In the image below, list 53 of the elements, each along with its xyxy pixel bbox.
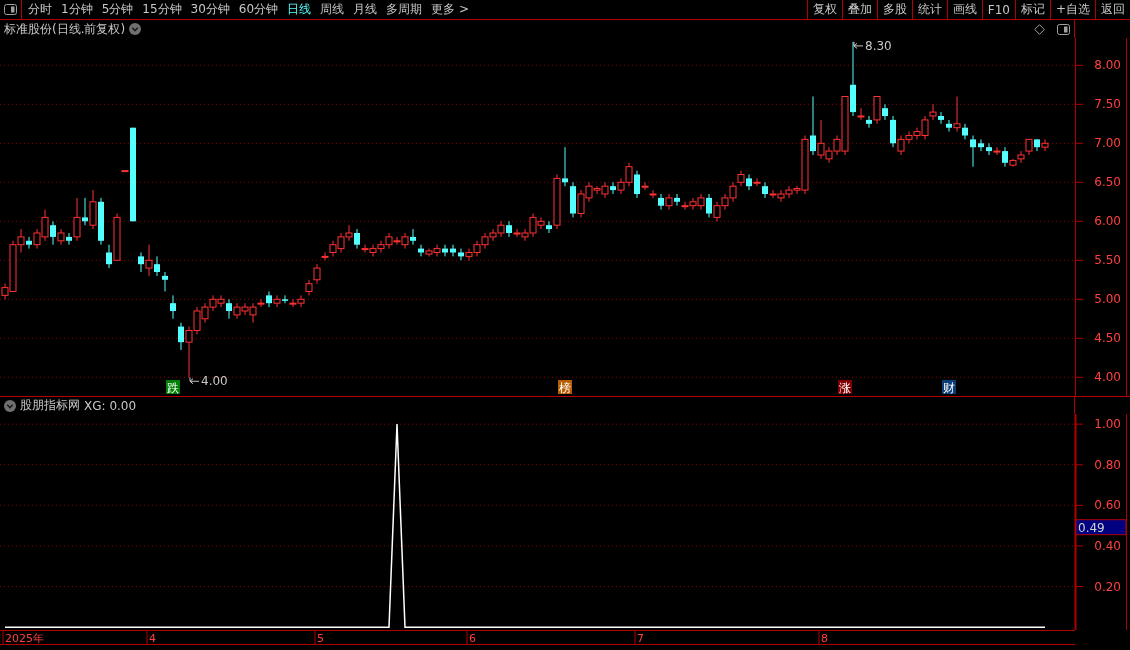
high-price-label: 8.30	[865, 38, 892, 53]
axis-label: 5.50	[1094, 253, 1121, 268]
date-label: 2025年	[5, 632, 44, 645]
period-tab[interactable]: 1分钟	[61, 1, 93, 18]
axis-label: 4.50	[1094, 331, 1121, 346]
period-tab[interactable]: 月线	[353, 1, 378, 18]
axis-label: 6.50	[1094, 175, 1121, 190]
chevron-down-icon[interactable]	[4, 399, 16, 412]
axis-label: 8.00	[1094, 58, 1121, 73]
axis-label: 1.00	[1094, 417, 1121, 432]
axis-label: 0.20	[1094, 579, 1121, 594]
period-tab[interactable]: 日线	[287, 1, 312, 18]
date-label: 6	[469, 632, 476, 645]
signal-tag: 财	[942, 380, 956, 395]
candlestick	[170, 294, 176, 320]
axis-label: 5.00	[1094, 292, 1121, 307]
date-label: 5	[317, 632, 324, 645]
panel-toggle-icon	[1057, 23, 1070, 35]
axis-label: 0.40	[1094, 538, 1121, 553]
axis-label: 7.00	[1094, 136, 1121, 151]
axis-label: 7.50	[1094, 97, 1121, 112]
cursor-value: 0.49	[1078, 520, 1105, 535]
date-label: 4	[149, 632, 156, 645]
axis-label: 0.80	[1094, 457, 1121, 472]
indicator-name: 股朋指标网	[20, 397, 80, 414]
leader-line	[853, 41, 864, 49]
diamond-icon[interactable]	[1034, 23, 1045, 35]
candlestick	[450, 244, 456, 257]
candlestick	[162, 271, 168, 292]
period-tab[interactable]: 周线	[320, 1, 345, 18]
period-tab[interactable]: 15分钟	[142, 1, 182, 18]
period-tab[interactable]: 30分钟	[190, 1, 230, 18]
date-label: 7	[637, 632, 644, 645]
signal-tag: 跌	[166, 380, 180, 395]
axis-label: 4.00	[1094, 370, 1121, 385]
date-label: 8	[821, 632, 828, 645]
candlestick	[970, 135, 976, 168]
indicator-reading: XG: 0.00	[84, 398, 137, 413]
signal-tag: 榜	[558, 380, 572, 395]
candlestick	[978, 138, 984, 152]
period-tab[interactable]: 5分钟	[101, 1, 134, 18]
period-tab[interactable]: 更多 >	[431, 1, 469, 18]
panel-toggle-icon	[4, 4, 17, 15]
axis-label: 6.00	[1094, 214, 1121, 229]
chart-title: 标准股份(日线.前复权)	[4, 20, 126, 38]
chevron-down-icon[interactable]	[129, 23, 142, 35]
axis-label: 0.60	[1094, 498, 1121, 513]
period-tab[interactable]: 分时	[28, 1, 52, 18]
period-tab[interactable]: 60分钟	[238, 1, 279, 18]
low-price-label: 4.00	[201, 374, 228, 389]
leader-line	[189, 376, 200, 385]
signal-tag: 涨	[838, 380, 852, 395]
period-tab[interactable]: 多周期	[386, 1, 423, 18]
